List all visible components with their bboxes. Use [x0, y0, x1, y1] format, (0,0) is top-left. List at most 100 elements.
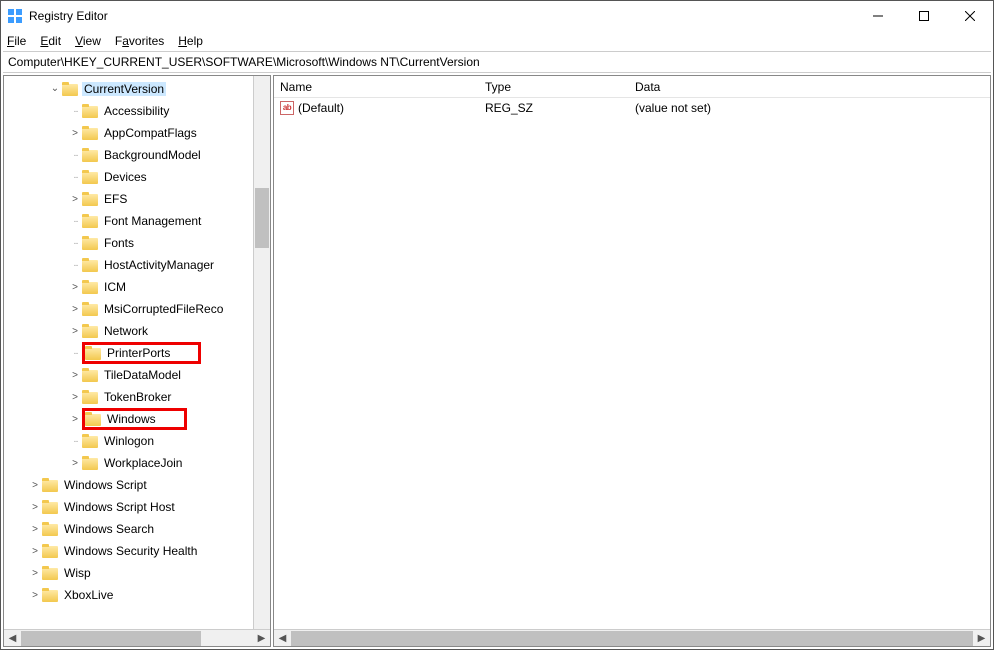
folder-icon — [82, 280, 98, 294]
chevron-right-icon[interactable]: > — [28, 546, 42, 557]
chevron-right-icon[interactable]: > — [68, 392, 82, 403]
minimize-button[interactable] — [855, 1, 901, 31]
tree-item-font-management[interactable]: ···Font Management — [4, 210, 270, 232]
tree-line-icon: ··· — [68, 150, 82, 161]
maximize-button[interactable] — [901, 1, 947, 31]
tree-item-icm[interactable]: >ICM — [4, 276, 270, 298]
chevron-right-icon[interactable]: > — [28, 502, 42, 513]
tree-item-wisp[interactable]: > Wisp — [4, 562, 270, 584]
tree-item-accessibility[interactable]: ···Accessibility — [4, 100, 270, 122]
menu-favorites[interactable]: Favorites — [115, 34, 164, 48]
registry-editor-window: Registry Editor File Edit View Favorites… — [0, 0, 994, 650]
tree-item-windows-script-host[interactable]: >Windows Script Host — [4, 496, 270, 518]
tree-item-backgroundmodel[interactable]: ··· BackgroundModel — [4, 144, 270, 166]
tree-item-label: Windows — [105, 412, 158, 426]
column-header-name[interactable]: Name — [274, 80, 479, 94]
tree-line-icon: ··· — [68, 216, 82, 227]
tree-item-devices[interactable]: ···Devices — [4, 166, 270, 188]
scroll-right-icon[interactable]: ▶ — [253, 630, 270, 647]
tree-item-currentversion[interactable]: ⌄CurrentVersion — [4, 78, 270, 100]
menubar: File Edit View Favorites Help — [1, 31, 993, 51]
folder-icon — [42, 566, 58, 580]
menu-file[interactable]: File — [7, 34, 26, 48]
chevron-right-icon[interactable]: > — [68, 458, 82, 469]
tree-line-icon: ··· — [68, 172, 82, 183]
tree-item-msicorruptedfilerecovery[interactable]: >MsiCorruptedFileReco — [4, 298, 270, 320]
tree-item-tiledatamodel[interactable]: >TileDataModel — [4, 364, 270, 386]
chevron-right-icon[interactable]: > — [28, 524, 42, 535]
tree-item-appcompatflags[interactable]: >AppCompatFlags — [4, 122, 270, 144]
folder-icon — [42, 544, 58, 558]
scrollbar-thumb[interactable] — [255, 188, 269, 248]
tree-item-workplacejoin[interactable]: >WorkplaceJoin — [4, 452, 270, 474]
scroll-left-icon[interactable]: ◀ — [4, 630, 21, 647]
tree-item-hostactivitymanager[interactable]: ···HostActivityManager — [4, 254, 270, 276]
scrollbar-thumb[interactable] — [291, 631, 973, 646]
tree-item-label: Fonts — [102, 236, 136, 250]
tree-item-label: Wisp — [62, 566, 93, 580]
folder-icon — [42, 522, 58, 536]
tree-pane: ⌄CurrentVersion···Accessibility>AppCompa… — [3, 75, 271, 647]
chevron-right-icon[interactable]: > — [68, 194, 82, 205]
value-row[interactable]: ab(Default)REG_SZ(value not set) — [274, 98, 990, 118]
menu-help[interactable]: Help — [178, 34, 203, 48]
tree-item-network[interactable]: > Network — [4, 320, 270, 342]
window-title: Registry Editor — [29, 9, 855, 23]
titlebar[interactable]: Registry Editor — [1, 1, 993, 31]
folder-icon — [42, 478, 58, 492]
folder-icon — [85, 346, 101, 360]
scrollbar-thumb[interactable] — [21, 631, 201, 646]
tree-line-icon: ··· — [68, 106, 82, 117]
address-bar[interactable]: Computer\HKEY_CURRENT_USER\SOFTWARE\Micr… — [3, 51, 991, 73]
menu-view[interactable]: View — [75, 34, 101, 48]
tree-item-windows[interactable]: > Windows — [4, 408, 270, 430]
chevron-right-icon[interactable]: > — [68, 304, 82, 315]
folder-icon — [42, 500, 58, 514]
folder-icon — [42, 588, 58, 602]
tree-item-label: Network — [102, 324, 150, 338]
chevron-right-icon[interactable]: > — [28, 568, 42, 579]
chevron-right-icon[interactable]: > — [28, 480, 42, 491]
column-headers: Name Type Data — [274, 76, 990, 98]
folder-icon — [82, 258, 98, 272]
tree-item-efs[interactable]: >EFS — [4, 188, 270, 210]
chevron-right-icon[interactable]: > — [68, 282, 82, 293]
scroll-left-icon[interactable]: ◀ — [274, 630, 291, 647]
chevron-right-icon[interactable]: > — [68, 370, 82, 381]
folder-icon — [82, 302, 98, 316]
column-header-type[interactable]: Type — [479, 80, 629, 94]
values-list[interactable]: ab(Default)REG_SZ(value not set) — [274, 98, 990, 629]
tree-item-label: Windows Security Health — [62, 544, 199, 558]
tree-item-label: BackgroundModel — [102, 148, 203, 162]
tree-vertical-scrollbar[interactable] — [253, 76, 270, 629]
menu-edit[interactable]: Edit — [40, 34, 61, 48]
tree-item-windows-security-health[interactable]: > Windows Security Health — [4, 540, 270, 562]
tree-item-label: HostActivityManager — [102, 258, 216, 272]
tree-item-windows-script[interactable]: >Windows Script — [4, 474, 270, 496]
tree-item-label: Windows Search — [62, 522, 156, 536]
tree-item-tokenbroker[interactable]: >TokenBroker — [4, 386, 270, 408]
scroll-right-icon[interactable]: ▶ — [973, 630, 990, 647]
folder-icon — [82, 148, 98, 162]
address-text: Computer\HKEY_CURRENT_USER\SOFTWARE\Micr… — [8, 55, 480, 69]
tree-item-winlogon[interactable]: ···Winlogon — [4, 430, 270, 452]
tree-item-xboxlive[interactable]: > XboxLive — [4, 584, 270, 606]
window-controls — [855, 1, 993, 31]
chevron-down-icon[interactable]: ⌄ — [48, 83, 62, 94]
values-horizontal-scrollbar[interactable]: ◀ ▶ — [274, 629, 990, 646]
tree-item-printerports[interactable]: ···PrinterPorts — [4, 342, 270, 364]
chevron-right-icon[interactable]: > — [68, 414, 82, 425]
chevron-right-icon[interactable]: > — [68, 128, 82, 139]
tree-line-icon: ··· — [68, 238, 82, 249]
folder-icon — [82, 192, 98, 206]
folder-icon — [82, 236, 98, 250]
chevron-right-icon[interactable]: > — [28, 590, 42, 601]
tree-item-label: XboxLive — [62, 588, 115, 602]
tree-item-fonts[interactable]: ··· Fonts — [4, 232, 270, 254]
tree-scroll[interactable]: ⌄CurrentVersion···Accessibility>AppCompa… — [4, 76, 270, 629]
tree-horizontal-scrollbar[interactable]: ◀ ▶ — [4, 629, 270, 646]
close-button[interactable] — [947, 1, 993, 31]
chevron-right-icon[interactable]: > — [68, 326, 82, 337]
column-header-data[interactable]: Data — [629, 80, 990, 94]
tree-item-windows-search[interactable]: > Windows Search — [4, 518, 270, 540]
